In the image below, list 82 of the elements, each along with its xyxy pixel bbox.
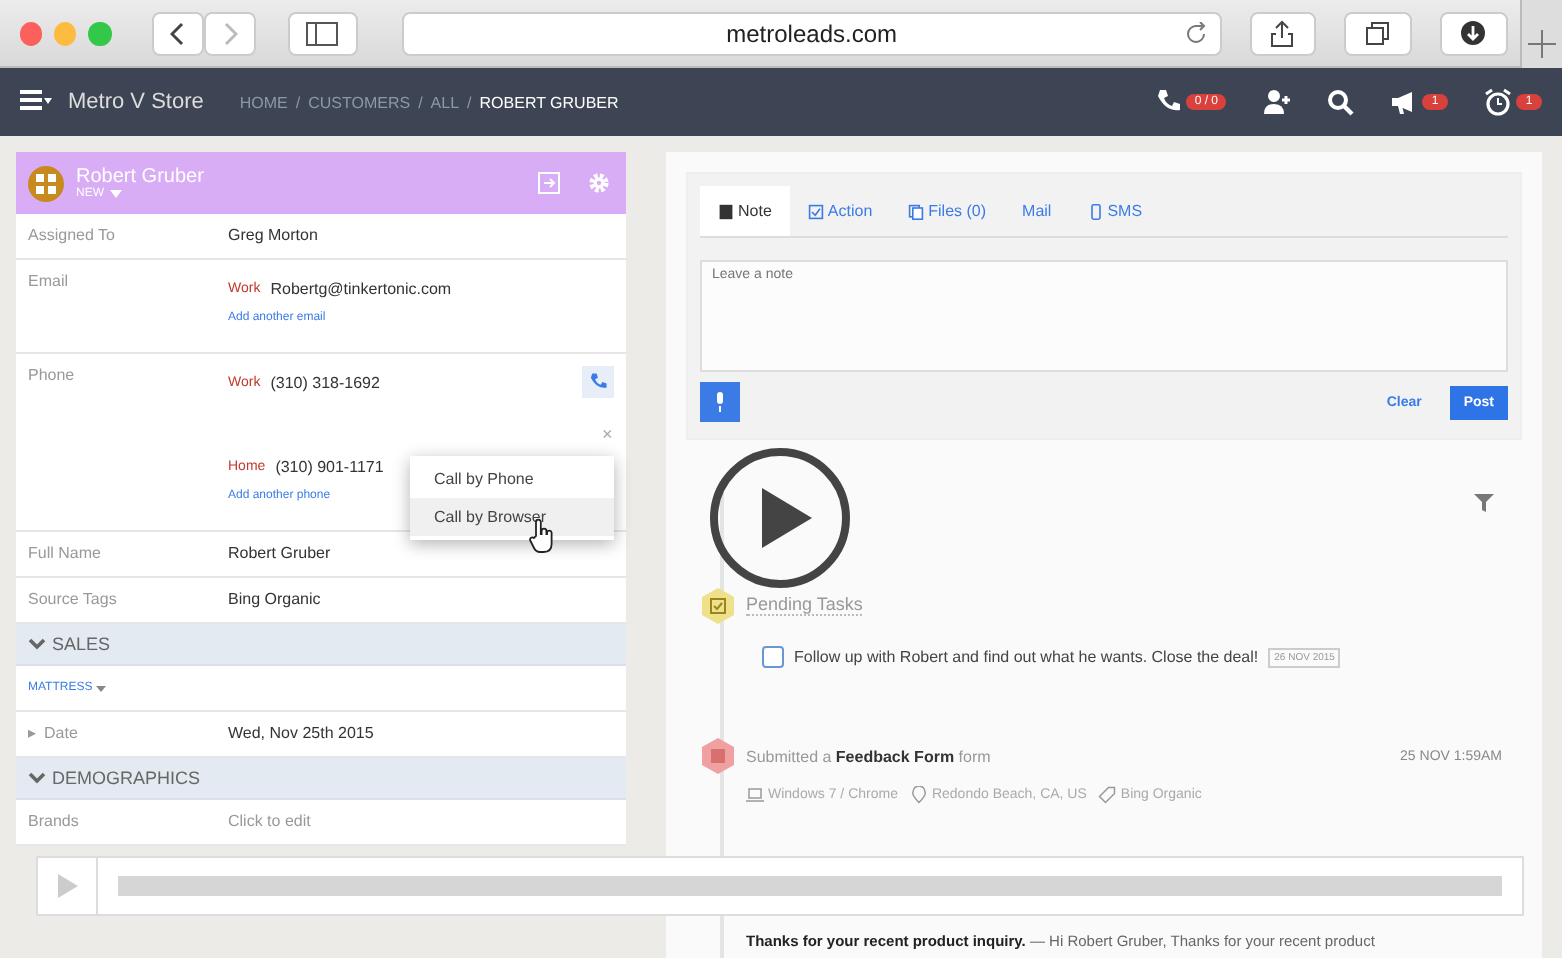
field-label: Date bbox=[44, 724, 80, 744]
menu-item[interactable]: Call by Browser bbox=[410, 498, 614, 536]
task-checkbox[interactable] bbox=[762, 646, 784, 668]
back-icon bbox=[169, 21, 186, 45]
composer-tab[interactable]: Action bbox=[789, 186, 891, 236]
download-icon bbox=[1460, 20, 1487, 46]
breadcrumb-separator: / bbox=[467, 93, 472, 111]
microphone-icon bbox=[714, 392, 726, 412]
field-label: Full Name bbox=[28, 544, 103, 564]
breadcrumb-link[interactable]: ROBERT GRUBER bbox=[479, 93, 619, 111]
chevron-icon bbox=[28, 772, 46, 784]
filter-icon[interactable] bbox=[1474, 492, 1494, 512]
field-label: Email bbox=[28, 272, 71, 294]
forward-icon bbox=[221, 21, 238, 45]
breadcrumb-link[interactable]: CUSTOMERS bbox=[308, 93, 411, 111]
notebook-icon bbox=[718, 203, 734, 219]
breadcrumb-link[interactable]: HOME bbox=[239, 93, 288, 111]
new-tab-button[interactable] bbox=[1519, 0, 1562, 67]
contact-name: Robert Gruber bbox=[76, 166, 204, 188]
sidebar-icon bbox=[306, 21, 339, 45]
section-header[interactable]: SALES bbox=[16, 624, 626, 666]
close-window-button[interactable] bbox=[20, 21, 43, 45]
task-icon bbox=[700, 588, 736, 624]
field-value: Robertg@tinkertonic.com bbox=[270, 279, 452, 297]
alarm-icon[interactable] bbox=[1484, 88, 1512, 116]
plus-icon bbox=[1527, 29, 1556, 57]
share-icon bbox=[1270, 19, 1295, 47]
breadcrumb-separator: / bbox=[295, 93, 301, 111]
call-button[interactable] bbox=[582, 366, 614, 398]
field-value: (310) 318-1692 bbox=[270, 373, 380, 391]
microphone-button[interactable] bbox=[700, 382, 740, 422]
tabs-icon bbox=[1366, 21, 1391, 45]
activity-text: Submitted a Feedback Form form bbox=[746, 748, 991, 766]
menu-icon[interactable] bbox=[20, 90, 52, 114]
laptop-icon bbox=[746, 786, 764, 804]
megaphone-icon[interactable] bbox=[1390, 88, 1418, 116]
field-label: Brands bbox=[28, 812, 81, 832]
phone-icon bbox=[588, 372, 608, 392]
phone-icon[interactable] bbox=[1154, 88, 1183, 116]
store-name: Metro V Store bbox=[68, 90, 204, 114]
caret-icon bbox=[96, 685, 107, 691]
field-value: Wed, Nov 25th 2015 bbox=[228, 724, 374, 744]
field-label: Source Tags bbox=[28, 590, 119, 610]
edit-field[interactable]: Click to edit bbox=[228, 812, 311, 832]
checklist-icon bbox=[807, 203, 824, 219]
chevron-icon bbox=[28, 638, 46, 650]
files-icon bbox=[908, 203, 925, 219]
location-pin-icon bbox=[909, 786, 928, 804]
composer-tab[interactable]: Mail bbox=[1004, 186, 1070, 236]
breadcrumb-separator: / bbox=[418, 93, 423, 111]
composer-tab[interactable]: SMS bbox=[1069, 186, 1161, 236]
section-header[interactable]: DEMOGRAPHICS bbox=[16, 758, 626, 800]
field-value: Bing Organic bbox=[228, 590, 321, 610]
field-value: Greg Morton bbox=[228, 226, 318, 246]
field-value: (310) 901-1171 bbox=[275, 457, 384, 475]
address-bar[interactable]: metroleads.com bbox=[402, 11, 1222, 55]
contact-avatar bbox=[28, 165, 64, 201]
share-button[interactable] bbox=[1249, 11, 1317, 55]
tabs-button[interactable] bbox=[1344, 11, 1412, 55]
form-icon bbox=[700, 738, 736, 774]
breadcrumb-link[interactable]: ALL bbox=[430, 93, 460, 111]
task-text: Follow up with Robert and find out what he wants. Close the deal! bbox=[794, 648, 1259, 666]
caret-icon bbox=[110, 190, 122, 198]
back-button[interactable] bbox=[151, 11, 204, 55]
sidebar-button[interactable] bbox=[287, 11, 359, 55]
composer-tab[interactable]: Note bbox=[700, 186, 790, 236]
bullet-icon: ▸ bbox=[28, 724, 36, 744]
close-icon[interactable]: × bbox=[602, 424, 613, 444]
field-label: Phone bbox=[28, 366, 77, 388]
section-title: Pending Tasks bbox=[746, 594, 863, 616]
mobile-icon bbox=[1087, 203, 1104, 219]
search-icon[interactable] bbox=[1326, 88, 1354, 116]
field-label: Assigned To bbox=[28, 226, 117, 246]
menu-item[interactable]: Call by Phone bbox=[410, 460, 614, 498]
progress-track[interactable] bbox=[118, 876, 1502, 896]
field-value: Robert Gruber bbox=[228, 544, 331, 564]
person-icon[interactable] bbox=[1262, 88, 1290, 116]
tag-icon bbox=[1098, 786, 1117, 804]
composer-tab[interactable]: Files (0) bbox=[890, 186, 1005, 236]
download-button[interactable] bbox=[1439, 11, 1508, 55]
play-icon bbox=[55, 872, 79, 900]
play-button[interactable] bbox=[708, 446, 852, 590]
